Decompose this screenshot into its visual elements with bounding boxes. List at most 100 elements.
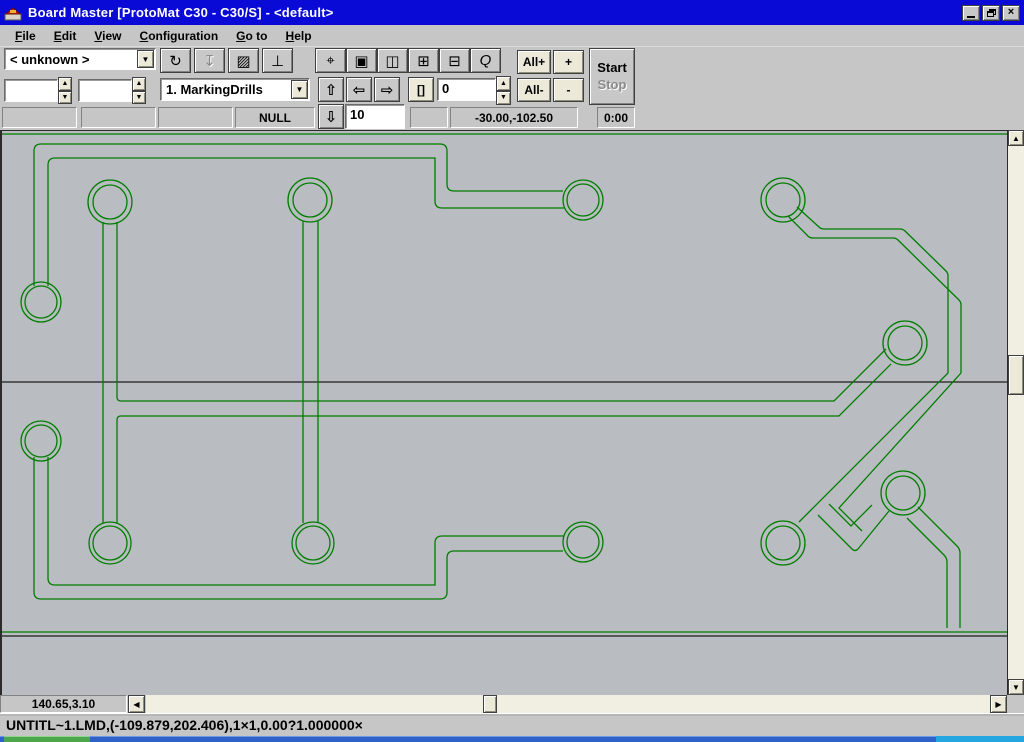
move-head-icon: ⌖ (326, 52, 334, 69)
all-plus-button[interactable]: All+ (517, 50, 551, 74)
split-view-button[interactable]: ◫ (377, 48, 408, 73)
up-arrow-icon: ⇧ (325, 81, 338, 99)
select-area-icon: ▣ (354, 52, 368, 70)
tool-status-cell: NULL (235, 107, 315, 128)
down-arrow-icon: ▼ (1012, 683, 1020, 692)
up-arrow-icon: ▲ (1012, 134, 1020, 143)
start-stop-button[interactable]: Start Stop (589, 48, 635, 105)
jog-right-button[interactable]: ⇨ (374, 77, 400, 102)
minimize-button[interactable] (962, 5, 980, 21)
titlebar: Board Master [ProtoMat C30 - C30/S] - <d… (0, 0, 1024, 25)
pcb-traces (34, 144, 961, 628)
close-button[interactable]: × (1002, 5, 1020, 21)
menu-view[interactable]: View (85, 27, 130, 45)
app-window: Board Master [ProtoMat C30 - C30/S] - <d… (0, 0, 1024, 742)
right-arrow-icon: ▶ (995, 700, 1001, 709)
vertical-scrollbar[interactable]: ▲ ▼ (1008, 130, 1024, 695)
menu-edit[interactable]: Edit (45, 27, 86, 45)
scroll-right-button[interactable]: ▶ (990, 695, 1007, 713)
zoom-button[interactable]: Q (470, 48, 501, 73)
status-cell-1 (2, 107, 77, 128)
pcb-pads (21, 178, 927, 565)
chevron-down-icon[interactable]: ▼ (137, 50, 154, 68)
jog-left-button[interactable]: ⇦ (346, 77, 372, 102)
y-step-spinner[interactable]: ▲ ▼ (132, 77, 146, 104)
split-view-icon: ◫ (385, 52, 399, 70)
chevron-down-icon[interactable]: ▼ (291, 80, 308, 99)
menu-configuration[interactable]: Configuration (131, 27, 228, 45)
position-readout: -30.00,-102.50 (450, 107, 578, 128)
restore-icon (987, 9, 996, 17)
view-prev-button[interactable]: ⊞ (408, 48, 439, 73)
taskbar-edge[interactable] (0, 736, 1024, 742)
menu-file[interactable]: File (6, 27, 45, 45)
phase-combo-value: 1. MarkingDrills (161, 82, 290, 97)
vertical-scroll-thumb[interactable] (1008, 355, 1024, 395)
pane-dividers (2, 382, 1007, 636)
menubar: File Edit View Configuration Go to Help (0, 25, 1024, 47)
spin-down-icon[interactable]: ▼ (496, 91, 511, 106)
x-step-input[interactable] (4, 79, 58, 102)
spin-down-icon[interactable]: ▼ (132, 91, 146, 105)
spin-up-icon[interactable]: ▲ (58, 77, 72, 91)
horizontal-scrollbar-row: 140.65,3.10 ◀ ▶ (0, 695, 1024, 713)
status-cell-4 (410, 107, 448, 128)
spin-up-icon[interactable]: ▲ (496, 76, 511, 91)
y-step-input[interactable] (78, 79, 132, 102)
system-tray-edge (936, 736, 1024, 742)
toolbar: < unknown > ▼ ↻ ↧ ▨ ⊥ ⌖ ▣ ◫ ⊞ ⊟ Q All+ +… (0, 47, 1024, 130)
close-icon: × (1008, 7, 1014, 18)
board-canvas[interactable] (0, 130, 1008, 695)
select-area-button[interactable]: ▣ (346, 48, 377, 73)
scroll-up-button[interactable]: ▲ (1008, 130, 1024, 146)
start-label: Start (597, 60, 627, 76)
zoom-icon: Q (480, 52, 492, 69)
spin-down-icon[interactable]: ▼ (58, 91, 72, 105)
head-down-button[interactable]: ↧ (194, 48, 225, 73)
horizontal-scroll-track[interactable] (146, 695, 990, 713)
board-outline (2, 134, 1007, 632)
menu-help[interactable]: Help (277, 27, 321, 45)
left-arrow-icon: ◀ (133, 700, 139, 709)
pcb-artwork (2, 131, 1007, 695)
phase-combo[interactable]: 1. MarkingDrills ▼ (160, 78, 310, 101)
time-readout: 0:00 (597, 107, 635, 128)
view-next-icon: ⊟ (448, 52, 461, 70)
status-cell-2 (81, 107, 156, 128)
all-minus-button[interactable]: All- (517, 78, 551, 102)
head-down-icon: ↧ (203, 52, 216, 70)
step-value-spinner[interactable]: ▲ ▼ (496, 76, 511, 105)
minus-button[interactable]: - (553, 78, 584, 102)
plus-button[interactable]: + (553, 50, 584, 74)
right-arrow-icon: ⇨ (381, 81, 394, 99)
step-value-input[interactable]: 0 (437, 78, 496, 101)
restore-button[interactable] (982, 5, 1000, 21)
menu-goto[interactable]: Go to (227, 27, 276, 45)
stop-label: Stop (598, 77, 627, 93)
tool-combo[interactable]: < unknown > ▼ (4, 48, 156, 70)
spindle-rotate-icon: ↻ (169, 52, 182, 70)
spindle-rotate-button[interactable]: ↻ (160, 48, 191, 73)
milling-area-button[interactable]: ▨ (228, 48, 259, 73)
jog-up-button[interactable]: ⇧ (318, 77, 344, 102)
status-message: UNTITL~1.LMD,(-109.879,202.406),1×1,0.00… (6, 717, 363, 733)
view-next-button[interactable]: ⊟ (439, 48, 470, 73)
milling-area-icon: ▨ (236, 52, 250, 70)
scroll-left-button[interactable]: ◀ (128, 695, 145, 713)
window-title: Board Master [ProtoMat C30 - C30/S] - <d… (28, 5, 334, 20)
tool-exchange-button[interactable]: ⊥ (262, 48, 293, 73)
spin-up-icon[interactable]: ▲ (132, 77, 146, 91)
left-arrow-icon: ⇦ (353, 81, 366, 99)
down-arrow-icon: ⇩ (325, 108, 338, 126)
horizontal-scroll-thumb[interactable] (483, 695, 497, 713)
scroll-down-button[interactable]: ▼ (1008, 679, 1024, 695)
bracket-button[interactable]: [] (408, 77, 434, 102)
x-step-spinner[interactable]: ▲ ▼ (58, 77, 72, 104)
minimize-icon (967, 16, 975, 18)
feed-value-input[interactable]: 10 (345, 104, 405, 129)
taskbar-highlight (0, 736, 1024, 737)
start-button-edge[interactable] (4, 736, 90, 742)
app-icon (4, 5, 22, 21)
jog-down-button[interactable]: ⇩ (318, 104, 344, 129)
move-head-button[interactable]: ⌖ (315, 48, 346, 73)
